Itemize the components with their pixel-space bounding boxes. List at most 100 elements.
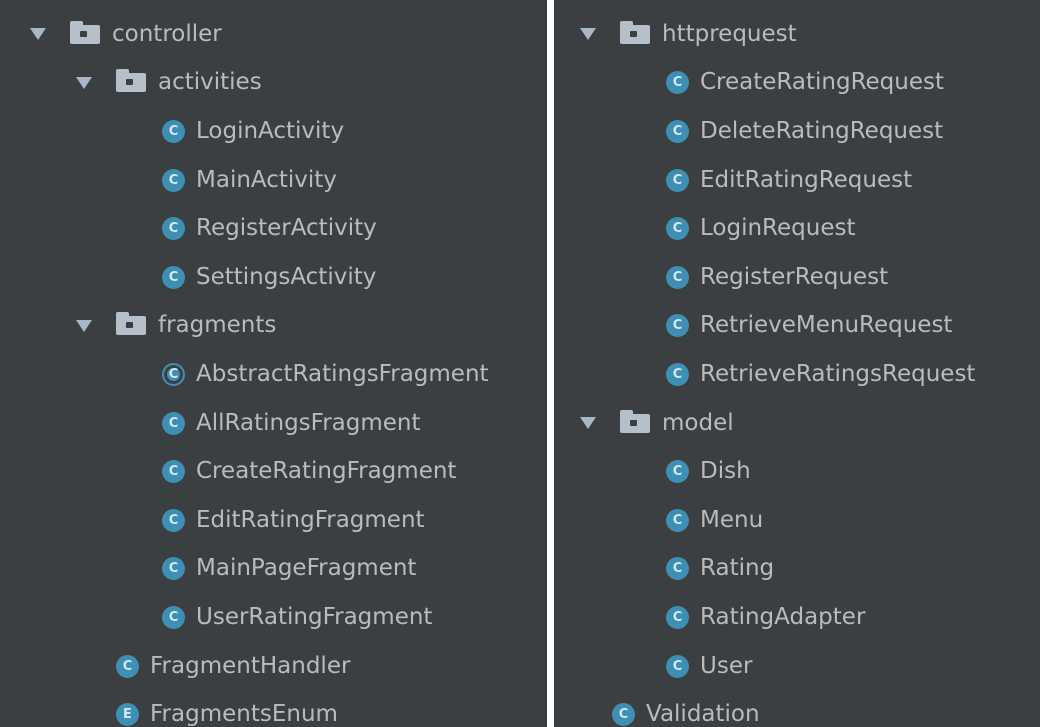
- tree-package-node[interactable]: httprequest: [554, 10, 1040, 59]
- class-icon: C: [666, 217, 689, 241]
- tree-class-node[interactable]: C RatingAdapter: [554, 593, 1040, 642]
- enum-icon: E: [116, 703, 139, 727]
- tree-node-label: AbstractRatingsFragment: [196, 360, 489, 387]
- tree-node-label: Validation: [646, 701, 760, 727]
- tree-class-node[interactable]: C AbstractRatingsFragment: [0, 350, 547, 399]
- tree-node-label: SettingsActivity: [196, 263, 377, 290]
- tree-node-label: UserRatingFragment: [196, 603, 433, 630]
- folder-icon: [70, 20, 100, 44]
- tree-node-label: FragmentHandler: [150, 652, 351, 679]
- tree-node-label: RetrieveMenuRequest: [700, 312, 953, 339]
- tree-node-label: Menu: [700, 506, 764, 533]
- tree-node-label: RegisterActivity: [196, 215, 377, 242]
- class-icon: C: [666, 362, 689, 386]
- tree-class-node[interactable]: C MainPageFragment: [0, 545, 547, 594]
- tree-node-label: controller: [112, 20, 222, 47]
- tree-node-label: DeleteRatingRequest: [700, 117, 944, 144]
- tree-class-node[interactable]: C MainActivity: [0, 156, 547, 205]
- tree-class-node[interactable]: C Menu: [554, 496, 1040, 545]
- class-icon: C: [162, 605, 185, 629]
- tree-package-node[interactable]: activities: [0, 59, 547, 108]
- tree-node-label: Rating: [700, 555, 775, 582]
- tree-class-node[interactable]: C User: [554, 642, 1040, 691]
- class-icon: C: [612, 703, 635, 727]
- tree-class-node[interactable]: C DeleteRatingRequest: [554, 107, 1040, 156]
- tree-class-node[interactable]: C SettingsActivity: [0, 253, 547, 302]
- class-icon: C: [666, 654, 689, 678]
- class-icon: C: [666, 508, 689, 532]
- expand-arrow-icon[interactable]: [580, 28, 596, 41]
- tree-node-label: LoginRequest: [700, 215, 856, 242]
- tree-class-node[interactable]: C LoginRequest: [554, 204, 1040, 253]
- tree-node-label: FragmentsEnum: [150, 701, 338, 727]
- expand-arrow-icon[interactable]: [76, 319, 92, 332]
- tree-class-node[interactable]: C UserRatingFragment: [0, 593, 547, 642]
- class-icon: C: [162, 411, 185, 435]
- tree-node-label: httprequest: [662, 20, 797, 47]
- tree-node-label: CreateRatingFragment: [196, 458, 457, 485]
- tree-node-label: CreateRatingRequest: [700, 69, 945, 96]
- tree-package-node[interactable]: controller: [0, 10, 547, 59]
- class-icon: C: [162, 265, 185, 289]
- expand-arrow-icon[interactable]: [30, 28, 46, 41]
- expand-arrow-icon[interactable]: [580, 417, 596, 430]
- tree-node-label: EditRatingRequest: [700, 166, 913, 193]
- tree-node-label: EditRatingFragment: [196, 506, 425, 533]
- tree-node-label: RatingAdapter: [700, 603, 866, 630]
- tree-node-label: LoginActivity: [196, 117, 345, 144]
- tree-class-node[interactable]: C RetrieveRatingsRequest: [554, 350, 1040, 399]
- tree-class-node[interactable]: C Dish: [554, 447, 1040, 496]
- class-icon: C: [162, 217, 185, 241]
- tree-class-node[interactable]: C FragmentHandler: [0, 642, 547, 691]
- project-tree-left-panel: controller activities C LoginActivity C MainA…: [0, 0, 547, 727]
- class-icon: C: [162, 119, 185, 143]
- tree-class-node[interactable]: C LoginActivity: [0, 107, 547, 156]
- tree-node-label: Dish: [700, 458, 751, 485]
- tree-node-label: RegisterRequest: [700, 263, 889, 290]
- tree-node-label: MainActivity: [196, 166, 337, 193]
- class-icon: C: [666, 119, 689, 143]
- tree-package-node[interactable]: fragments: [0, 302, 547, 351]
- project-tree-left: controller activities C LoginActivity C MainA…: [0, 0, 547, 727]
- abstract-class-icon: C: [162, 362, 185, 386]
- tree-class-node[interactable]: C RegisterRequest: [554, 253, 1040, 302]
- tree-node-label: model: [662, 409, 734, 436]
- project-tree-right: httprequest C CreateRatingRequest C DeleteRa…: [554, 0, 1040, 727]
- class-icon: C: [162, 168, 185, 192]
- tree-node-label: activities: [158, 69, 262, 96]
- class-icon: C: [666, 605, 689, 629]
- class-icon: C: [666, 168, 689, 192]
- tree-class-node[interactable]: C RetrieveMenuRequest: [554, 302, 1040, 351]
- class-icon: C: [666, 71, 689, 95]
- class-icon: C: [162, 557, 185, 581]
- class-icon: C: [666, 460, 689, 484]
- class-icon: C: [666, 557, 689, 581]
- tree-class-node[interactable]: E FragmentsEnum: [0, 690, 547, 727]
- tree-class-node[interactable]: C Rating: [554, 545, 1040, 594]
- folder-icon: [620, 409, 650, 433]
- tree-class-node[interactable]: C Validation: [554, 690, 1040, 727]
- tree-node-label: AllRatingsFragment: [196, 409, 421, 436]
- tree-node-label: RetrieveRatingsRequest: [700, 360, 976, 387]
- folder-icon: [116, 69, 146, 93]
- tree-class-node[interactable]: C CreateRatingRequest: [554, 59, 1040, 108]
- screenshot-root: controller activities C LoginActivity C MainA…: [0, 0, 1040, 727]
- tree-node-label: User: [700, 652, 753, 679]
- tree-class-node[interactable]: C RegisterActivity: [0, 204, 547, 253]
- class-icon: C: [162, 460, 185, 484]
- folder-icon: [116, 312, 146, 336]
- class-icon: C: [666, 265, 689, 289]
- tree-class-node[interactable]: C EditRatingFragment: [0, 496, 547, 545]
- tree-class-node[interactable]: C EditRatingRequest: [554, 156, 1040, 205]
- class-icon: C: [666, 314, 689, 338]
- project-tree-right-panel: httprequest C CreateRatingRequest C DeleteRa…: [554, 0, 1040, 727]
- tree-class-node[interactable]: C CreateRatingFragment: [0, 447, 547, 496]
- expand-arrow-icon[interactable]: [76, 76, 92, 89]
- folder-icon: [620, 20, 650, 44]
- class-icon: C: [116, 654, 139, 678]
- tree-package-node[interactable]: model: [554, 399, 1040, 448]
- class-icon: C: [162, 508, 185, 532]
- tree-node-label: MainPageFragment: [196, 555, 417, 582]
- tree-node-label: fragments: [158, 312, 277, 339]
- tree-class-node[interactable]: C AllRatingsFragment: [0, 399, 547, 448]
